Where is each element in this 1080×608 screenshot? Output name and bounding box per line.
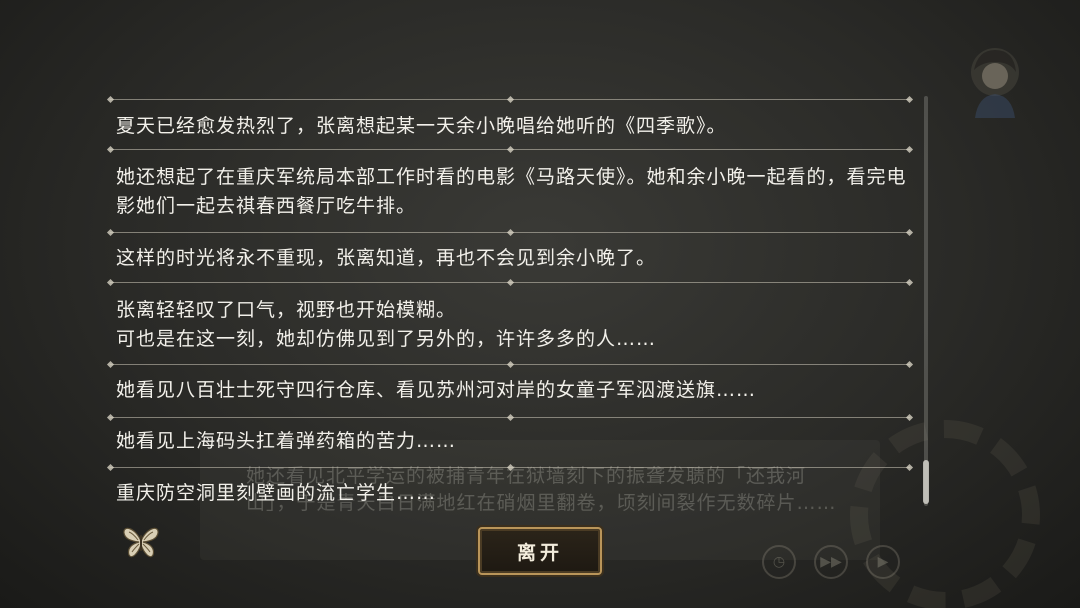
character-portrait-icon — [971, 48, 1019, 118]
log-divider — [100, 359, 920, 371]
log-divider — [100, 144, 920, 156]
skip-icon[interactable]: ▶▶ — [814, 545, 848, 579]
log-scrollbar-thumb[interactable] — [923, 460, 929, 504]
leave-button[interactable]: 离开 — [478, 527, 602, 575]
log-divider — [100, 277, 920, 289]
log-entry: 张离轻轻叹了口气，视野也开始模糊。 可也是在这一刻，她却仿佛见到了另外的，许许多… — [116, 299, 657, 350]
log-entry: 夏天已经愈发热烈了，张离想起某一天余小晚唱给她听的《四季歌》。 — [116, 115, 727, 137]
log-divider — [100, 412, 920, 424]
log-divider — [100, 94, 920, 106]
log-entry: 重庆防空洞里刻壁画的流亡学生…… — [116, 482, 437, 504]
log-divider — [100, 227, 920, 239]
log-entry: 她看见上海码头扛着弹药箱的苦力…… — [116, 430, 457, 452]
log-scrollbar-track[interactable] — [924, 96, 928, 506]
log-entry: 她看见八百壮士死守四行仓库、看见苏州河对岸的女童子军泅渡送旗…… — [116, 379, 757, 401]
dialogue-history-log[interactable]: 夏天已经愈发热烈了，张离想起某一天余小晚唱给她听的《四季歌》。 她还想起了在重庆… — [100, 92, 920, 522]
play-icon[interactable]: ▶ — [866, 545, 900, 579]
log-entry: 这样的时光将永不重现，张离知道，再也不会见到余小晚了。 — [116, 247, 657, 269]
game-scene: 她还看见北平学运的被捕青年在狱墙刻下的振聋发聩的「还我河山」，于是青天白日满地红… — [0, 0, 1080, 608]
log-divider — [100, 462, 920, 474]
log-entry: 她还想起了在重庆军统局本部工作时看的电影《马路天使》。她和余小晚一起看的，看完电… — [116, 166, 907, 217]
auto-play-icon[interactable]: ◷ — [762, 545, 796, 579]
butterfly-icon[interactable] — [121, 523, 161, 561]
